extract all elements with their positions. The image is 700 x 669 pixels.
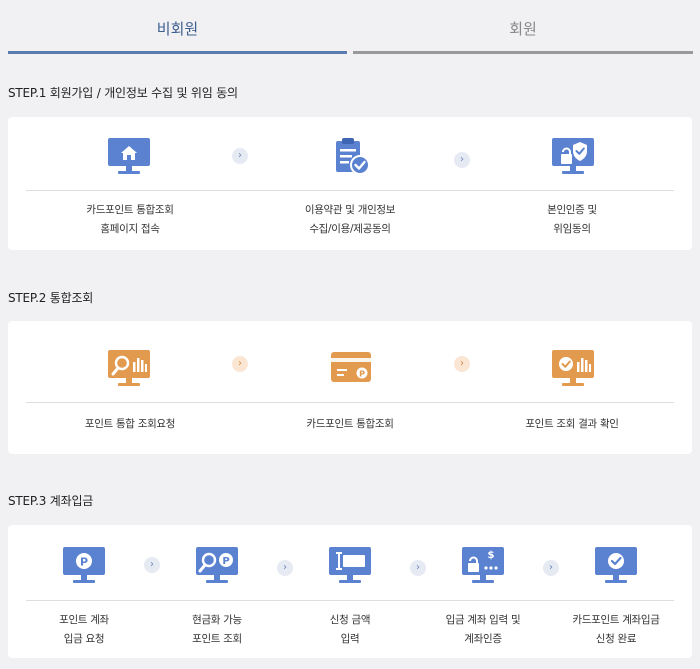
svg-text:P: P <box>222 556 229 567</box>
step-arrow-icon: › <box>277 560 293 576</box>
monitor-account-auth-icon: $ <box>455 545 511 585</box>
step3-card: P › P › › $ › 포인트 계좌 입금 요청 현금화 가능 포인트 조회… <box>8 525 692 658</box>
step3-label-2: 현금화 가능 포인트 조회 <box>192 614 242 645</box>
step2-title: STEP.2 통합조회 <box>8 291 94 305</box>
step1-divider <box>26 190 674 191</box>
svg-text:$: $ <box>488 550 495 561</box>
monitor-check-icon <box>588 545 644 585</box>
monitor-search-point-icon: P <box>189 545 245 585</box>
step3-label-1: 포인트 계좌 입금 요청 <box>59 614 109 645</box>
tab-active-underline <box>8 51 347 54</box>
svg-text:P: P <box>80 556 88 569</box>
step1-label-2: 이용약관 및 개인정보 수집/이용/제공동의 <box>304 204 396 235</box>
monitor-amount-input-icon <box>322 545 378 585</box>
step2-label-1: 포인트 통합 조회요청 <box>84 418 176 430</box>
step1-title: STEP.1 회원가입 / 개인정보 수집 및 위임 동의 <box>8 86 238 100</box>
step3-label-3: 신청 금액 입력 <box>329 614 371 645</box>
step3-label-5: 카드포인트 계좌입금 신청 완료 <box>572 614 660 645</box>
tab-non-member[interactable]: 비회원 <box>8 0 347 56</box>
svg-text:P: P <box>359 369 365 378</box>
step3-title: STEP.3 계좌입금 <box>8 494 94 508</box>
step-arrow-icon: › <box>454 152 470 168</box>
monitor-check-chart-icon <box>545 348 601 388</box>
step3-label-4: 입금 계좌 입력 및 계좌인증 <box>445 614 521 645</box>
step1-card: › › 카드포인트 통합조회 홈페이지 접속 이용약관 및 개인정보 수집/이용 <box>8 117 692 250</box>
card-point-icon: P <box>323 350 379 386</box>
step-arrow-icon: › <box>543 560 559 576</box>
clipboard-check-icon <box>323 136 379 176</box>
tab-inactive-underline <box>353 51 693 54</box>
step2-card: › P › 포인트 통합 조회요청 카드포인트 통합조회 포인트 조회 결과 확… <box>8 321 692 454</box>
monitor-search-chart-icon <box>101 348 157 388</box>
step-arrow-icon: › <box>410 560 426 576</box>
step2-divider <box>26 402 674 403</box>
tab-non-member-label: 비회원 <box>156 19 199 38</box>
member-tabs: 비회원 회원 <box>0 0 700 56</box>
step1-label-3: 본인인증 및 위임동의 <box>547 204 597 235</box>
tab-member[interactable]: 회원 <box>353 0 693 56</box>
step-arrow-icon: › <box>144 557 160 573</box>
monitor-point-icon: P <box>56 545 112 585</box>
step2-label-3: 포인트 조회 결과 확인 <box>525 418 619 430</box>
step2-label-2: 카드포인트 통합조회 <box>306 418 394 430</box>
step3-divider <box>26 600 674 601</box>
monitor-lock-shield-icon <box>545 136 601 176</box>
tab-member-label: 회원 <box>509 19 537 38</box>
step-arrow-icon: › <box>232 148 248 164</box>
step1-label-1: 카드포인트 통합조회 홈페이지 접속 <box>86 204 174 235</box>
step-arrow-icon: › <box>454 356 470 372</box>
monitor-home-icon <box>101 136 157 176</box>
step-arrow-icon: › <box>232 356 248 372</box>
